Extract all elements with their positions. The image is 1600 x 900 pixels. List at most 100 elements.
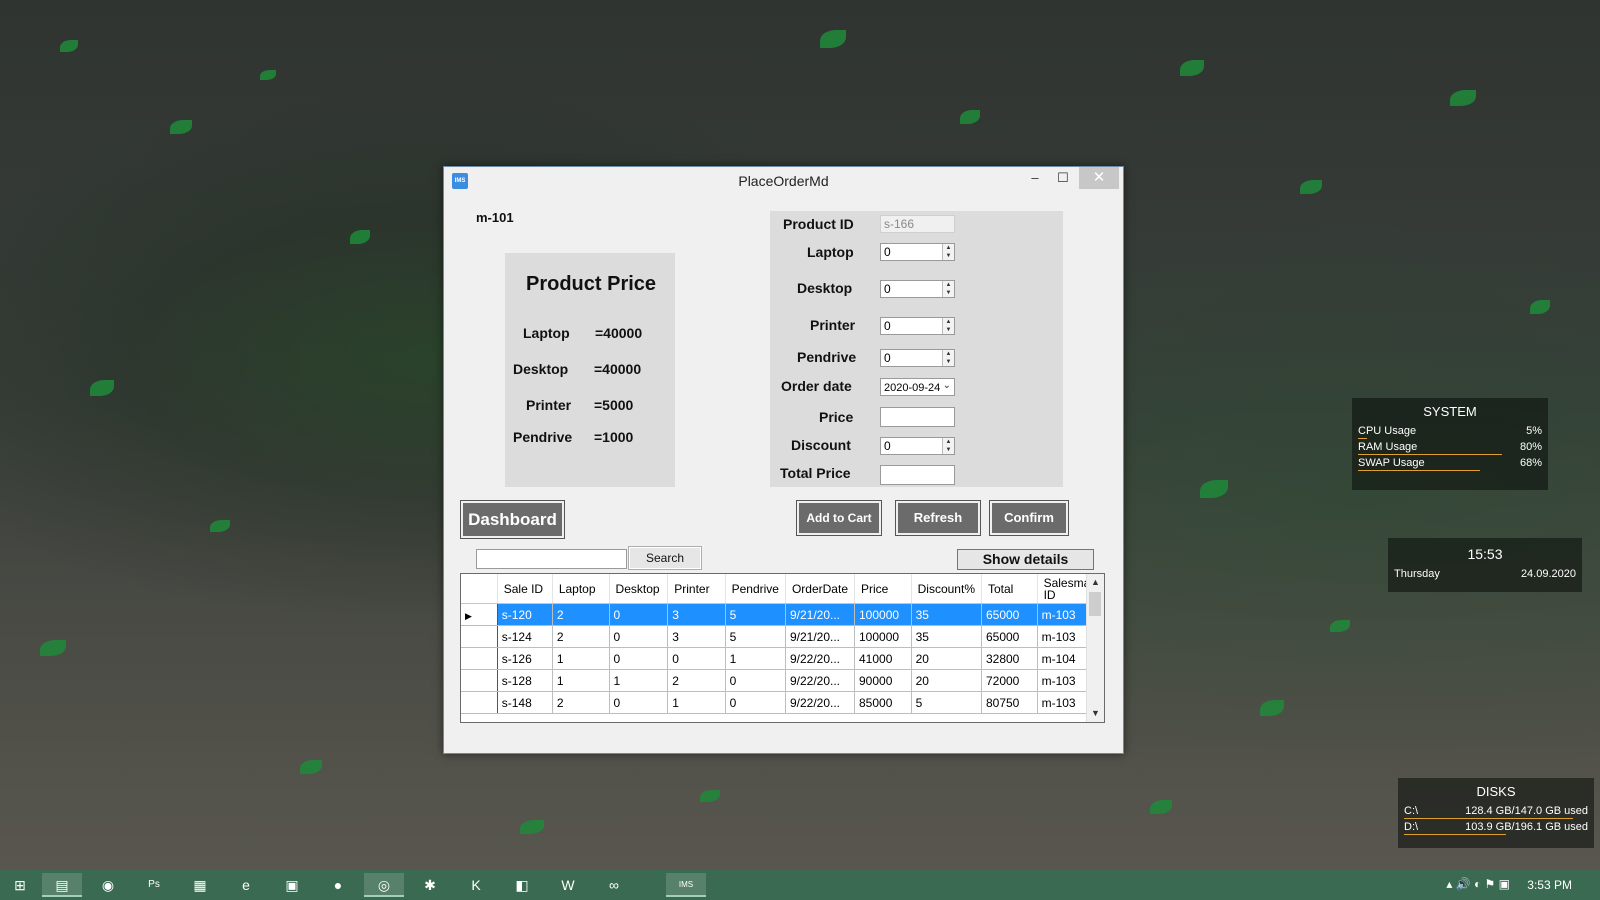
cell-desktop[interactable]: 0 <box>609 625 669 648</box>
search-input[interactable] <box>476 549 627 569</box>
cell-printer[interactable]: 3 <box>667 603 726 626</box>
kodi-icon[interactable]: K <box>456 873 496 897</box>
cell-laptop[interactable]: 2 <box>552 625 610 648</box>
printer-qty-spin-icon[interactable]: ▲ ▼ <box>942 318 954 334</box>
col-header-desktop[interactable]: Desktop <box>609 574 669 604</box>
col-header-pendrive[interactable]: Pendrive <box>725 574 786 604</box>
cell-discount[interactable]: 35 <box>911 603 982 626</box>
discount-spin-icon[interactable]: ▲ ▼ <box>942 438 954 454</box>
firefox-icon[interactable]: ◉ <box>88 873 128 897</box>
table-row[interactable]: s-124 2 0 3 5 9/21/20... 100000 35 65000 m-103 <box>461 625 1104 648</box>
grid-vertical-scrollbar[interactable]: ▲ ▼ <box>1086 574 1104 722</box>
scroll-up-icon[interactable]: ▲ <box>1087 574 1104 591</box>
total-price-field[interactable] <box>880 465 955 485</box>
cell-desktop[interactable]: 0 <box>609 647 669 670</box>
cell-laptop[interactable]: 2 <box>552 691 610 714</box>
cell-laptop[interactable]: 1 <box>552 647 610 670</box>
ie-icon[interactable]: e <box>226 873 266 897</box>
photoshop-icon[interactable]: Ps <box>134 873 174 897</box>
cell-desktop[interactable]: 1 <box>609 669 669 692</box>
store-icon[interactable]: ▦ <box>180 873 220 897</box>
cell-price[interactable]: 100000 <box>854 625 912 648</box>
cell-order-date[interactable]: 9/21/20... <box>785 625 856 648</box>
cell-pendrive[interactable]: 0 <box>725 691 786 714</box>
minimize-button[interactable]: ‒ <box>1021 167 1049 189</box>
word-icon[interactable]: W <box>548 873 588 897</box>
table-row[interactable]: s-128 1 1 2 0 9/22/20... 90000 20 72000 m-103 <box>461 669 1104 692</box>
excel-icon[interactable]: ▣ <box>272 873 312 897</box>
desktop-qty-stepper[interactable]: 0 ▲ ▼ <box>880 280 955 298</box>
cell-desktop[interactable]: 0 <box>609 603 669 626</box>
cell-pendrive[interactable]: 0 <box>725 669 786 692</box>
cell-pendrive[interactable]: 1 <box>725 647 786 670</box>
cell-discount[interactable]: 5 <box>911 691 982 714</box>
confirm-button[interactable]: Confirm <box>989 500 1069 536</box>
cell-pendrive[interactable]: 5 <box>725 603 786 626</box>
price-field[interactable] <box>880 407 955 427</box>
col-header-total[interactable]: Total <box>981 574 1038 604</box>
chevron-down-icon[interactable]: ⌄ <box>943 380 951 391</box>
cell-printer[interactable]: 3 <box>667 625 726 648</box>
row-header[interactable] <box>461 647 498 670</box>
start-icon[interactable]: ⊞ <box>0 873 40 897</box>
cell-order-date[interactable]: 9/21/20... <box>785 603 856 626</box>
cell-sale-id[interactable]: s-124 <box>497 625 553 648</box>
col-header-printer[interactable]: Printer <box>667 574 726 604</box>
cell-sale-id[interactable]: s-126 <box>497 647 553 670</box>
cell-order-date[interactable]: 9/22/20... <box>785 669 856 692</box>
pendrive-qty-stepper[interactable]: 0 ▲ ▼ <box>880 349 955 367</box>
cell-price[interactable]: 100000 <box>854 603 912 626</box>
cell-price[interactable]: 85000 <box>854 691 912 714</box>
order-date-picker[interactable]: 2020-09-24 ⌄ <box>880 378 955 396</box>
chrome-icon[interactable]: ◎ <box>364 873 404 897</box>
tray-icons[interactable]: ▴ 🔊 ◐ ⚑ ▣ <box>1446 877 1510 891</box>
row-header[interactable] <box>461 625 498 648</box>
cell-total[interactable]: 65000 <box>981 603 1038 626</box>
close-button[interactable]: ✕ <box>1079 167 1119 189</box>
desktop-qty-spin-icon[interactable]: ▲ ▼ <box>942 281 954 297</box>
cell-printer[interactable]: 0 <box>667 647 726 670</box>
taskbar-clock[interactable]: 3:53 PM <box>1527 878 1572 892</box>
cell-laptop[interactable]: 1 <box>552 669 610 692</box>
cell-total[interactable]: 32800 <box>981 647 1038 670</box>
search-button[interactable]: Search <box>628 546 702 570</box>
cell-printer[interactable]: 1 <box>667 691 726 714</box>
discount-stepper[interactable]: 0 ▲ ▼ <box>880 437 955 455</box>
visual-studio-icon[interactable]: ∞ <box>594 873 634 897</box>
table-row[interactable]: s-148 2 0 1 0 9/22/20... 85000 5 80750 m-103 <box>461 691 1104 714</box>
cell-sale-id[interactable]: s-148 <box>497 691 553 714</box>
maximize-button[interactable]: ☐ <box>1049 167 1077 189</box>
table-row[interactable]: ▶ s-120 2 0 3 5 9/21/20... 100000 35 65000 m-103 <box>461 603 1104 626</box>
row-header[interactable] <box>461 691 498 714</box>
pendrive-qty-spin-icon[interactable]: ▲ ▼ <box>942 350 954 366</box>
file-explorer-icon[interactable]: ▤ <box>42 873 82 897</box>
cell-desktop[interactable]: 0 <box>609 691 669 714</box>
cell-price[interactable]: 90000 <box>854 669 912 692</box>
table-row[interactable]: s-126 1 0 0 1 9/22/20... 41000 20 32800 m-104 <box>461 647 1104 670</box>
col-header-price[interactable]: Price <box>854 574 912 604</box>
scroll-down-icon[interactable]: ▼ <box>1087 705 1104 722</box>
app-icon[interactable]: ✱ <box>410 873 450 897</box>
cell-total[interactable]: 65000 <box>981 625 1038 648</box>
row-header[interactable] <box>461 669 498 692</box>
cell-sale-id[interactable]: s-128 <box>497 669 553 692</box>
ims-icon[interactable]: IMS <box>666 873 706 897</box>
cell-discount[interactable]: 35 <box>911 625 982 648</box>
cell-sale-id[interactable]: s-120 <box>497 603 553 626</box>
col-header-laptop[interactable]: Laptop <box>552 574 610 604</box>
row-header[interactable]: ▶ <box>461 603 498 626</box>
refresh-button[interactable]: Refresh <box>895 500 981 536</box>
cell-laptop[interactable]: 2 <box>552 603 610 626</box>
window-titlebar[interactable]: IMS PlaceOrderMd ‒ ☐ ✕ <box>444 167 1123 195</box>
dashboard-button[interactable]: Dashboard <box>460 500 565 539</box>
cell-pendrive[interactable]: 5 <box>725 625 786 648</box>
cell-discount[interactable]: 20 <box>911 647 982 670</box>
media-icon[interactable]: ● <box>318 873 358 897</box>
cell-order-date[interactable]: 9/22/20... <box>785 647 856 670</box>
col-header-discount[interactable]: Discount% <box>911 574 982 604</box>
cell-printer[interactable]: 2 <box>667 669 726 692</box>
laptop-qty-stepper[interactable]: 0 ▲ ▼ <box>880 243 955 261</box>
cell-price[interactable]: 41000 <box>854 647 912 670</box>
printer-qty-stepper[interactable]: 0 ▲ ▼ <box>880 317 955 335</box>
cell-order-date[interactable]: 9/22/20... <box>785 691 856 714</box>
